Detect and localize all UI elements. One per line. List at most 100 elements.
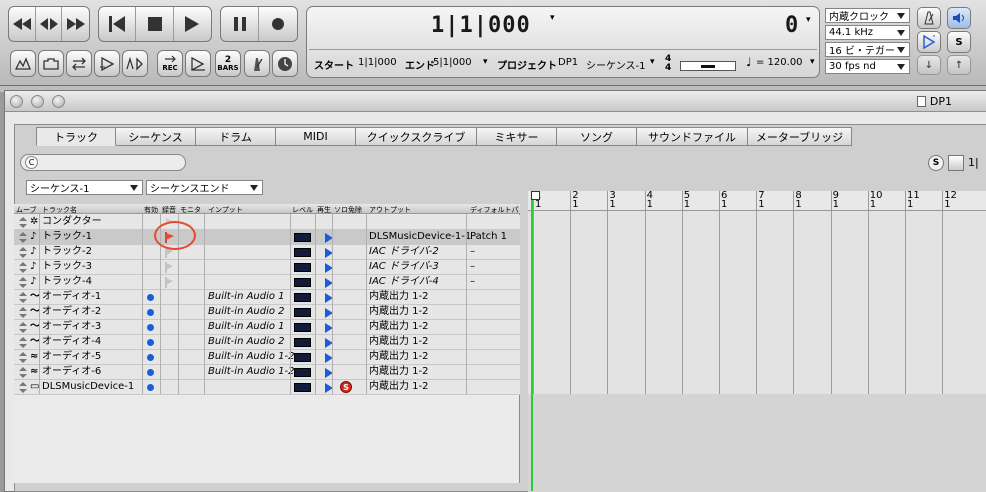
overdub-play-button[interactable] bbox=[917, 31, 941, 53]
track-name[interactable]: オーディオ-2 bbox=[42, 305, 101, 320]
tempo-value[interactable]: = 120.00 bbox=[756, 57, 803, 68]
go-to-start-button[interactable] bbox=[99, 7, 137, 41]
lower-left-button[interactable]: ↓ bbox=[917, 55, 941, 75]
bit-depth-select[interactable]: 16 ビ・テガー bbox=[825, 42, 910, 57]
sequence-select[interactable]: シーケンス-1 bbox=[26, 180, 143, 195]
track-name[interactable]: トラック-2 bbox=[42, 245, 92, 260]
track-name[interactable]: オーディオ-5 bbox=[42, 350, 101, 365]
track-name[interactable]: オーディオ-1 bbox=[42, 290, 101, 305]
zoom-window-button[interactable] bbox=[52, 95, 65, 108]
track-row[interactable]: 〜オーディオ-1 Built-in Audio 1 内蔵出力 1-2 bbox=[14, 290, 520, 305]
bar-ruler[interactable]: 112131415161718191101111121 bbox=[528, 191, 986, 211]
counter-secondary[interactable]: 0 bbox=[785, 13, 799, 38]
track-search-field[interactable]: C bbox=[20, 154, 186, 171]
metronome-button[interactable] bbox=[244, 50, 270, 77]
move-handle-icon[interactable] bbox=[18, 337, 28, 348]
sequence-value[interactable]: シーケンス-1 bbox=[586, 57, 645, 72]
move-handle-icon[interactable] bbox=[18, 262, 28, 273]
metronome-settings-button[interactable] bbox=[917, 7, 941, 29]
pause-button[interactable] bbox=[221, 7, 260, 41]
input-assignment[interactable]: Built-in Audio 1 bbox=[208, 290, 285, 305]
track-name[interactable]: オーディオ-4 bbox=[42, 335, 101, 350]
ruler-bar[interactable]: 61 bbox=[719, 191, 727, 210]
track-name[interactable]: トラック-1 bbox=[42, 230, 92, 245]
close-window-button[interactable] bbox=[10, 95, 23, 108]
output-assignment[interactable]: 内蔵出力 1-2 bbox=[369, 380, 429, 395]
track-row[interactable]: 〜オーディオ-2 Built-in Audio 2 内蔵出力 1-2 bbox=[14, 305, 520, 320]
play-button[interactable] bbox=[174, 7, 211, 41]
timeline-pane[interactable]: 112131415161718191101111121 bbox=[528, 191, 986, 492]
ruler-bar[interactable]: 71 bbox=[756, 191, 765, 210]
speaker-button[interactable] bbox=[947, 7, 971, 29]
fast-forward-button[interactable] bbox=[62, 7, 89, 41]
track-name[interactable]: トラック-4 bbox=[42, 275, 92, 290]
output-assignment[interactable]: IAC ドライバ-3 bbox=[369, 260, 439, 275]
enable-dot[interactable] bbox=[147, 384, 154, 391]
track-name[interactable]: オーディオ-6 bbox=[42, 365, 101, 380]
sequence-end-select[interactable]: シーケンスエンド bbox=[146, 180, 263, 195]
playhead[interactable] bbox=[531, 191, 540, 491]
overdub-button[interactable] bbox=[94, 50, 120, 77]
tab-sequence[interactable]: シーケンス bbox=[116, 127, 196, 146]
tab-mixer[interactable]: ミキサー bbox=[477, 127, 557, 146]
counter-main[interactable]: 1|1|000 bbox=[431, 13, 531, 38]
clock-button[interactable] bbox=[272, 50, 298, 77]
playhead-marker-icon[interactable] bbox=[531, 191, 540, 200]
tab-quickscribe[interactable]: クイックスクライブ bbox=[356, 127, 477, 146]
track-row[interactable]: ✲ コンダクター bbox=[14, 215, 520, 230]
window-titlebar[interactable]: DP1 bbox=[5, 91, 986, 112]
input-assignment[interactable]: Built-in Audio 1 bbox=[208, 320, 285, 335]
track-row[interactable]: ≈ オーディオ-5 Built-in Audio 1-2 内蔵出力 1-2 bbox=[14, 350, 520, 365]
ruler-bar[interactable]: 91 bbox=[830, 191, 839, 210]
track-row[interactable]: ♪ トラック-3 IAC ドライバ-3 – bbox=[14, 260, 520, 275]
track-name[interactable]: コンダクター bbox=[42, 215, 102, 230]
stop-button[interactable] bbox=[136, 7, 174, 41]
default-patch[interactable]: – bbox=[470, 275, 475, 290]
output-assignment[interactable]: 内蔵出力 1-2 bbox=[369, 365, 429, 380]
tab-song[interactable]: ソング bbox=[557, 127, 637, 146]
shuttle-button[interactable] bbox=[36, 7, 63, 41]
tab-meterbridge[interactable]: メーターブリッジ bbox=[748, 127, 852, 146]
frame-rate-select[interactable]: 30 fps nd bbox=[825, 59, 910, 74]
enable-dot[interactable] bbox=[147, 309, 154, 316]
output-assignment[interactable]: 内蔵出力 1-2 bbox=[369, 320, 429, 335]
loop-button[interactable] bbox=[66, 50, 92, 77]
move-handle-icon[interactable] bbox=[18, 382, 28, 393]
empty-lane-area[interactable] bbox=[528, 394, 986, 491]
move-handle-icon[interactable] bbox=[18, 232, 28, 243]
end-menu-icon[interactable]: ▾ bbox=[483, 57, 488, 67]
ruler-bar[interactable]: 21 bbox=[570, 191, 579, 210]
output-assignment[interactable]: 内蔵出力 1-2 bbox=[369, 290, 429, 305]
ruler-bar[interactable]: 10 1 bbox=[867, 191, 883, 210]
track-row[interactable]: ♪ トラック-2 IAC ドライバ-2 – bbox=[14, 245, 520, 260]
default-patch[interactable]: Patch 1 bbox=[470, 230, 507, 245]
counter-main-menu-icon[interactable]: ▾ bbox=[550, 13, 555, 23]
output-assignment[interactable]: IAC ドライバ-4 bbox=[369, 275, 439, 290]
move-handle-icon[interactable] bbox=[18, 217, 28, 228]
output-assignment[interactable]: DLSMusicDevice-1-1 bbox=[369, 230, 471, 245]
punch-in-button[interactable] bbox=[10, 50, 36, 77]
ruler-bar[interactable]: 12 1 bbox=[942, 191, 957, 210]
track-row[interactable]: ≈ オーディオ-6 Built-in Audio 1-2 内蔵出力 1-2 bbox=[14, 365, 520, 380]
tempo-menu-icon[interactable]: ▾ bbox=[810, 57, 815, 67]
snap-button[interactable]: S bbox=[928, 155, 944, 171]
track-name[interactable]: オーディオ-3 bbox=[42, 320, 101, 335]
move-handle-icon[interactable] bbox=[18, 322, 28, 333]
sequence-menu-icon[interactable]: ▾ bbox=[650, 57, 655, 67]
sample-rate-select[interactable]: 44.1 kHz bbox=[825, 25, 910, 40]
counter-secondary-menu-icon[interactable]: ▾ bbox=[806, 15, 811, 25]
move-handle-icon[interactable] bbox=[18, 277, 28, 288]
output-assignment[interactable]: 内蔵出力 1-2 bbox=[369, 305, 429, 320]
solo-button[interactable]: S bbox=[947, 31, 971, 53]
output-assignment[interactable]: IAC ドライバ-2 bbox=[369, 245, 439, 260]
move-handle-icon[interactable] bbox=[18, 367, 28, 378]
bars-button[interactable]: 2 BARS bbox=[215, 50, 241, 77]
record-button[interactable] bbox=[259, 7, 297, 41]
ruler-bar[interactable]: 81 bbox=[793, 191, 802, 210]
rewind-button[interactable] bbox=[9, 7, 36, 41]
auto-record-button[interactable] bbox=[122, 50, 148, 77]
solo-exempt-icon[interactable]: S bbox=[340, 381, 352, 393]
minimize-window-button[interactable] bbox=[31, 95, 44, 108]
ruler-bar[interactable]: 41 bbox=[644, 191, 653, 210]
track-row[interactable]: ▭ DLSMusicDevice-1 S 内蔵出力 1-2 bbox=[14, 380, 520, 395]
